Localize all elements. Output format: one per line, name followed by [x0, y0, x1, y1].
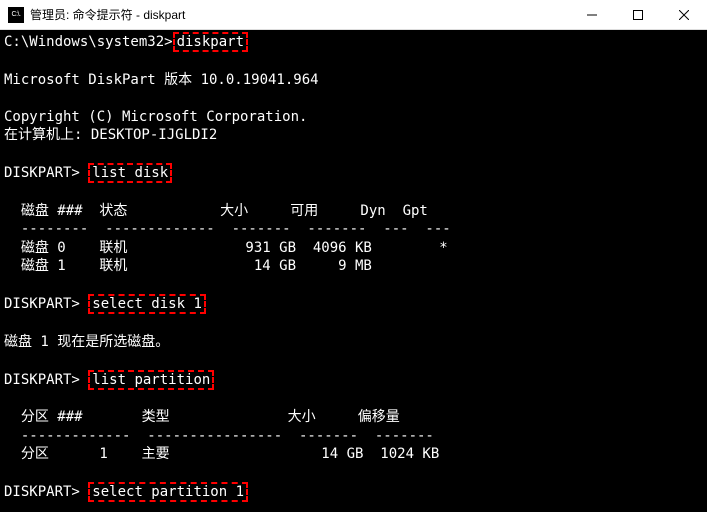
disk-row-1: 磁盘 1 联机 14 GB 9 MB — [4, 258, 372, 274]
window-controls — [569, 0, 707, 29]
disk-row-0: 磁盘 0 联机 931 GB 4096 KB * — [4, 240, 448, 256]
cmd-icon: C:\. — [8, 7, 24, 23]
close-icon — [679, 10, 689, 20]
window-title: 管理员: 命令提示符 - diskpart — [30, 6, 569, 23]
partition-row-0: 分区 1 主要 14 GB 1024 KB — [4, 446, 439, 462]
diskpart-prompt: DISKPART> — [4, 165, 88, 181]
partition-table-divider: ------------- ---------------- ------- -… — [4, 428, 434, 444]
diskpart-prompt: DISKPART> — [4, 372, 88, 388]
disk-table-header: 磁盘 ### 状态 大小 可用 Dyn Gpt — [4, 203, 428, 219]
disk-table-divider: -------- ------------- ------- ------- -… — [4, 221, 451, 237]
cmd-window: C:\. 管理员: 命令提示符 - diskpart C:\Windows\sy… — [0, 0, 707, 512]
diskpart-prompt: DISKPART> — [4, 296, 88, 312]
maximize-button[interactable] — [615, 0, 661, 29]
version-line: Microsoft DiskPart 版本 10.0.19041.964 — [4, 72, 319, 88]
partition-table-header: 分区 ### 类型 大小 偏移量 — [4, 409, 400, 425]
cmd-highlight-listpart: list partition — [88, 370, 214, 390]
cmd-highlight-seldisk: select disk 1 — [88, 294, 206, 314]
cmd-highlight-listdisk: list disk — [88, 163, 172, 183]
cmd-highlight-diskpart: diskpart — [173, 32, 248, 52]
maximize-icon — [633, 10, 643, 20]
terminal-output[interactable]: C:\Windows\system32>diskpart Microsoft D… — [0, 30, 707, 512]
copyright-line: Copyright (C) Microsoft Corporation. — [4, 109, 307, 125]
seldisk-message: 磁盘 1 现在是所选磁盘。 — [4, 334, 169, 350]
cmd-highlight-selpart: select partition 1 — [88, 482, 248, 502]
diskpart-prompt: DISKPART> — [4, 484, 88, 500]
computer-line: 在计算机上: DESKTOP-IJGLDI2 — [4, 127, 217, 143]
close-button[interactable] — [661, 0, 707, 29]
minimize-icon — [587, 10, 597, 20]
minimize-button[interactable] — [569, 0, 615, 29]
prompt-path: C:\Windows\system32> — [4, 34, 173, 50]
titlebar[interactable]: C:\. 管理员: 命令提示符 - diskpart — [0, 0, 707, 30]
